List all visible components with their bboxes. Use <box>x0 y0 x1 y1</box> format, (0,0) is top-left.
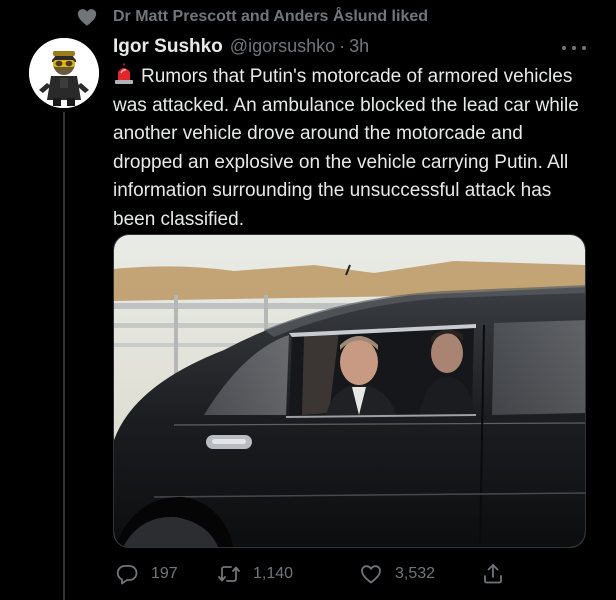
reply-button[interactable]: 197 <box>115 560 178 588</box>
avatar[interactable] <box>29 38 99 108</box>
retweet-button[interactable]: 1,140 <box>217 560 293 588</box>
share-icon <box>484 564 502 584</box>
more-icon <box>562 46 566 50</box>
header-separator: · <box>339 36 346 56</box>
tweet-header: Igor Sushko @igorsushko · 3h <box>113 36 369 58</box>
tweet-photo[interactable] <box>113 234 586 548</box>
heart-icon <box>77 9 97 26</box>
social-context-text[interactable]: Dr Matt Prescott and Anders Åslund liked <box>113 8 428 26</box>
tweet-timestamp[interactable]: 3h <box>349 36 369 57</box>
thread-line <box>63 112 65 600</box>
author-handle[interactable]: @igorsushko <box>230 36 335 57</box>
more-options-button[interactable] <box>562 38 586 58</box>
like-button[interactable]: 3,532 <box>359 560 435 588</box>
tweet-body: Rumors that Putin's motorcade of armored… <box>113 66 579 230</box>
like-count: 3,532 <box>395 565 436 582</box>
tweet-text: Rumors that Putin's motorcade of armored… <box>113 63 593 235</box>
like-icon <box>361 565 381 584</box>
tweet-actions: 197 1,140 3,532 <box>113 560 593 588</box>
share-button[interactable] <box>481 560 505 588</box>
reply-count: 197 <box>151 565 178 582</box>
author-name[interactable]: Igor Sushko <box>113 36 223 58</box>
retweet-icon <box>218 566 240 582</box>
siren-icon <box>115 63 133 84</box>
retweet-count: 1,140 <box>253 565 294 582</box>
reply-icon <box>116 565 138 585</box>
